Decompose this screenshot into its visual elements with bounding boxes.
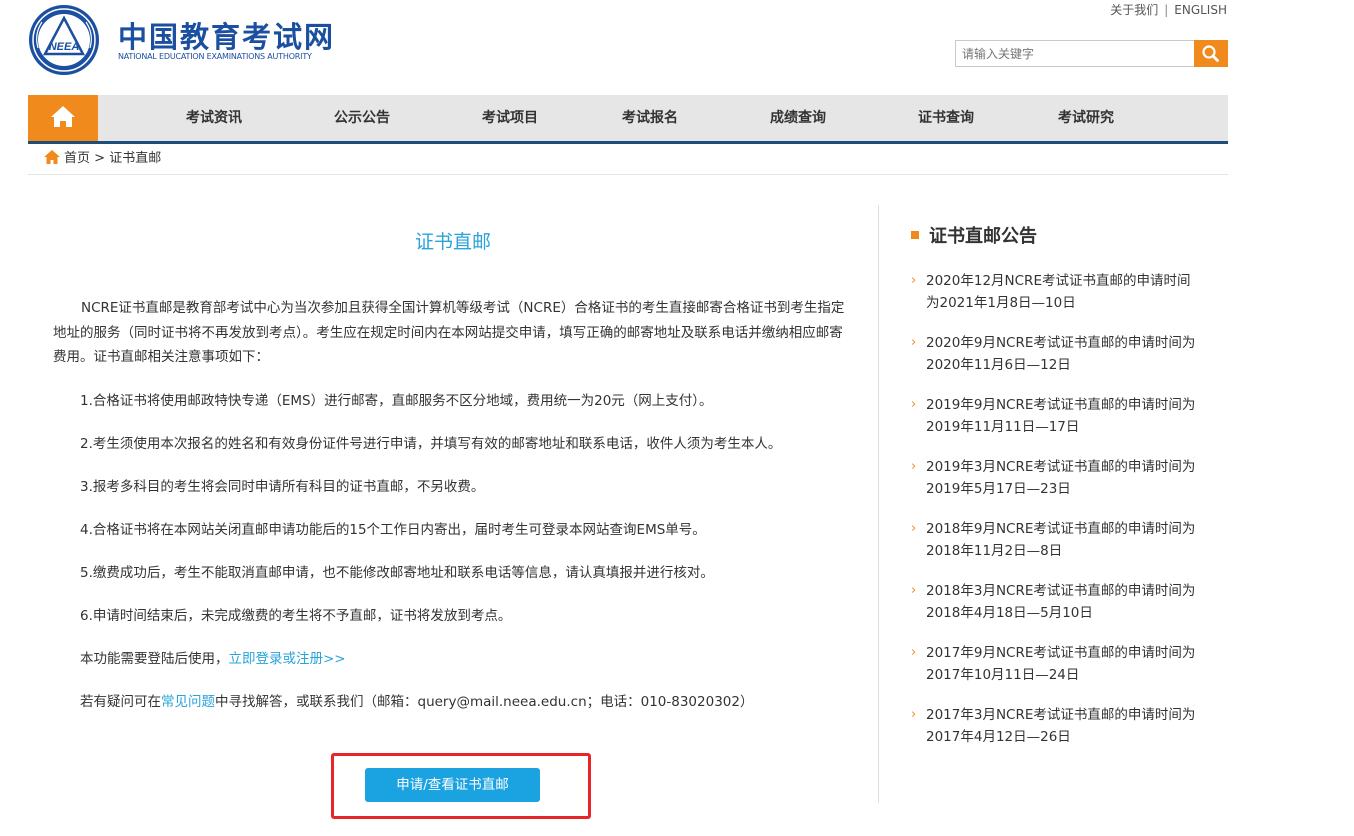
contact-suffix: 中寻找解答，或联系我们（邮箱：query@mail.neea.edu.cn；电话… (215, 694, 754, 710)
chevron-right-icon: › (911, 459, 917, 474)
title-square-icon (911, 231, 919, 239)
announcement-line: 2020年12月NCRE考试证书直邮的申请时间 (926, 273, 1191, 289)
breadcrumb-separator: > (94, 151, 106, 166)
sidebar-title: 证书直邮公告 (911, 222, 1037, 248)
announcement-line: 2017年9月NCRE考试证书直邮的申请时间为 (926, 645, 1196, 661)
announcement-item[interactable]: › 2017年3月NCRE考试证书直邮的申请时间为 2017年4月12日—26日 (911, 704, 1211, 766)
search-icon (1202, 45, 1219, 62)
login-notice: 本功能需要登陆后使用，立即登录或注册>> (80, 650, 860, 668)
announcement-item[interactable]: › 2020年12月NCRE考试证书直邮的申请时间 为2021年1月8日—10日 (911, 270, 1211, 332)
announcement-line: 2017年10月11日—24日 (926, 667, 1080, 683)
announcement-item[interactable]: › 2020年9月NCRE考试证书直邮的申请时间为 2020年11月6日—12日 (911, 332, 1211, 394)
breadcrumb-divider (28, 174, 1228, 175)
login-notice-text: 本功能需要登陆后使用， (80, 651, 229, 667)
faq-link[interactable]: 常见问题 (161, 694, 215, 710)
column-divider (878, 205, 879, 803)
home-icon (44, 150, 60, 164)
announcement-line: 2019年3月NCRE考试证书直邮的申请时间为 (926, 459, 1196, 475)
announcement-item[interactable]: › 2019年9月NCRE考试证书直邮的申请时间为 2019年11月11日—17日 (911, 394, 1211, 456)
apply-certificate-mail-button[interactable]: 申请/查看证书直邮 (365, 768, 540, 802)
announcement-line: 2017年3月NCRE考试证书直邮的申请时间为 (926, 707, 1196, 723)
about-us-link[interactable]: 关于我们 (1110, 3, 1158, 17)
notice-item: 6.申请时间结束后，未完成缴费的考生将不予直邮，证书将发放到考点。 (80, 608, 512, 624)
announcement-line: 2020年11月6日—12日 (926, 357, 1071, 373)
top-links: 关于我们 | ENGLISH (1110, 1, 1227, 18)
nav-item-registration[interactable]: 考试报名 (622, 95, 678, 141)
nav-item-certificate-query[interactable]: 证书查询 (918, 95, 974, 141)
nav-item-exam-research[interactable]: 考试研究 (1058, 95, 1114, 141)
main-nav: 考试资讯 公示公告 考试项目 考试报名 成绩查询 证书查询 考试研究 (28, 95, 1228, 144)
notice-item: 3.报考多科目的考生将会同时申请所有科目的证书直邮，不另收费。 (80, 479, 485, 495)
intro-paragraph: NCRE证书直邮是教育部考试中心为当次参加且获得全国计算机等级考试（NCRE）合… (53, 300, 845, 365)
announcement-line: 为2021年1月8日—10日 (926, 295, 1076, 311)
chevron-right-icon: › (911, 397, 917, 412)
announcement-line: 2019年9月NCRE考试证书直邮的申请时间为 (926, 397, 1196, 413)
nav-item-exam-projects[interactable]: 考试项目 (482, 95, 538, 141)
logo-title-cn: 中国教育考试网 (118, 20, 336, 54)
chevron-right-icon: › (911, 707, 917, 722)
breadcrumb-home-link[interactable]: 首页 (64, 151, 90, 166)
chevron-right-icon: › (911, 521, 917, 536)
page-title: 证书直邮 (414, 231, 491, 253)
emblem-text: NEEA (49, 41, 80, 53)
announcement-line: 2017年4月12日—26日 (926, 729, 1071, 745)
announcement-item[interactable]: › 2018年9月NCRE考试证书直邮的申请时间为 2018年11月2日—8日 (911, 518, 1211, 580)
nav-item-announcements[interactable]: 公示公告 (334, 95, 390, 141)
search-button[interactable] (1194, 40, 1228, 67)
announcement-list: › 2020年12月NCRE考试证书直邮的申请时间 为2021年1月8日—10日 ›… (911, 270, 1211, 766)
announcement-line: 2018年11月2日—8日 (926, 543, 1063, 559)
announcement-line: 2020年9月NCRE考试证书直邮的申请时间为 (926, 335, 1196, 351)
nav-home-button[interactable] (28, 95, 98, 141)
chevron-right-icon: › (911, 335, 917, 350)
top-links-divider: | (1164, 3, 1169, 17)
notice-item: 5.缴费成功后，考生不能取消直邮申请，也不能修改邮寄地址和联系电话等信息，请认真… (80, 565, 714, 581)
search-input[interactable] (955, 40, 1195, 67)
contact-notice: 若有疑问可在常见问题中寻找解答，或联系我们（邮箱：query@mail.neea… (80, 693, 860, 711)
announcement-line: 2018年9月NCRE考试证书直邮的申请时间为 (926, 521, 1196, 537)
announcement-line: 2019年5月17日—23日 (926, 481, 1071, 497)
chevron-right-icon: › (911, 583, 917, 598)
notice-item: 1.合格证书将使用邮政特快专递（EMS）进行邮寄，直邮服务不区分地域，费用统一为… (80, 393, 713, 409)
logo-title-en: NATIONAL EDUCATION EXAMINATIONS AUTHORIT… (118, 52, 312, 61)
breadcrumb-current: 证书直邮 (109, 151, 162, 166)
notice-item: 2.考生须使用本次报名的姓名和有效身份证件号进行申请，并填写有效的邮寄地址和联系… (80, 436, 782, 452)
login-register-link[interactable]: 立即登录或注册>> (229, 651, 346, 667)
notice-item: 4.合格证书将在本网站关闭直邮申请功能后的15个工作日内寄出，届时考生可登录本网… (80, 522, 706, 538)
chevron-right-icon: › (911, 645, 917, 660)
announcement-line: 2018年3月NCRE考试证书直邮的申请时间为 (926, 583, 1196, 599)
english-link[interactable]: ENGLISH (1174, 3, 1227, 17)
announcement-line: 2019年11月11日—17日 (926, 419, 1080, 435)
neea-emblem-icon: NEEA (29, 5, 99, 75)
announcement-item[interactable]: › 2018年3月NCRE考试证书直邮的申请时间为 2018年4月18日—5月10日 (911, 580, 1211, 642)
nav-item-score-query[interactable]: 成绩查询 (770, 95, 826, 141)
announcement-item[interactable]: › 2017年9月NCRE考试证书直邮的申请时间为 2017年10月11日—24日 (911, 642, 1211, 704)
home-icon (51, 106, 75, 127)
sidebar-title-text: 证书直邮公告 (929, 226, 1037, 247)
chevron-right-icon: › (911, 273, 917, 288)
announcement-item[interactable]: › 2019年3月NCRE考试证书直邮的申请时间为 2019年5月17日—23日 (911, 456, 1211, 518)
nav-item-exam-news[interactable]: 考试资讯 (186, 95, 242, 141)
search-bar (955, 40, 1228, 67)
contact-prefix: 若有疑问可在 (80, 694, 161, 710)
announcement-line: 2018年4月18日—5月10日 (926, 605, 1093, 621)
breadcrumb: 首页 > 证书直邮 (44, 150, 161, 168)
